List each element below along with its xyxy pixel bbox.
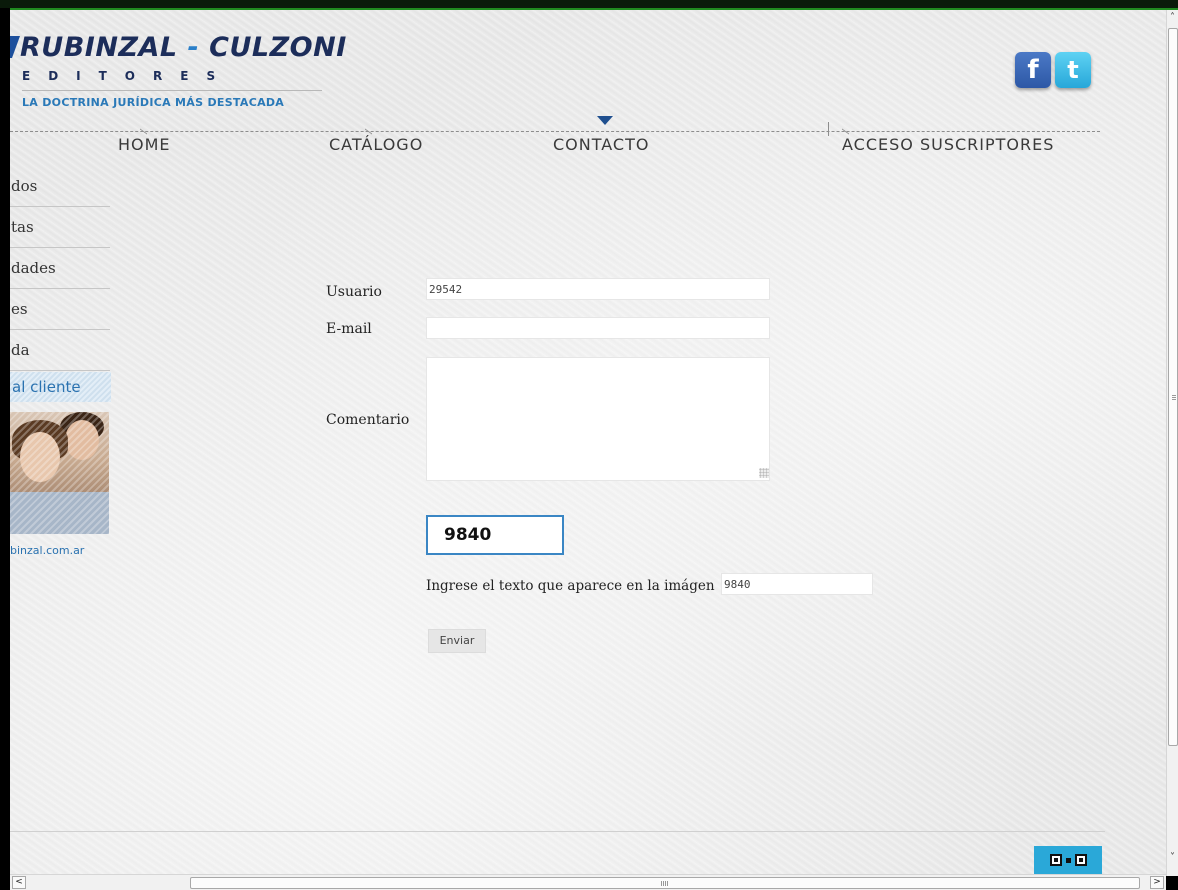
logo-title: RUBINZAL - CULZONI — [20, 32, 347, 63]
nav-home[interactable]: HOME — [118, 135, 171, 154]
enviar-button[interactable]: Enviar — [428, 629, 486, 653]
photo-overlay — [10, 412, 109, 534]
email-input[interactable] — [426, 317, 770, 339]
logo-divider — [22, 90, 322, 91]
scroll-grip — [1172, 395, 1176, 401]
active-nav-indicator — [597, 116, 613, 125]
badge-square-icon — [1074, 854, 1087, 866]
badge-square-icon — [1049, 854, 1062, 866]
facebook-icon[interactable]: f — [1015, 52, 1051, 88]
logo-title-part2: CULZONI — [209, 32, 347, 63]
comentario-label: Comentario — [326, 412, 410, 428]
sidebar-item[interactable]: tas — [10, 207, 110, 248]
site-logo[interactable]: RUBINZAL - CULZONI EDITORES LA DOCTRINA … — [10, 30, 346, 109]
logo-subtitle: EDITORES — [22, 69, 234, 83]
horizontal-scroll-thumb[interactable] — [190, 877, 1140, 889]
logo-tagline: LA DOCTRINA JURÍDICA MÁS DESTACADA — [22, 96, 285, 109]
nav-divider — [10, 131, 1100, 132]
scroll-right-arrow[interactable]: > — [1150, 876, 1164, 889]
sidebar-customer-service[interactable]: al cliente — [10, 372, 111, 402]
logo-mark — [10, 36, 21, 58]
logo-title-dash: - — [187, 32, 200, 63]
sidebar-item[interactable]: es — [10, 289, 110, 330]
nav-tick — [365, 124, 379, 132]
logo-title-part1: RUBINZAL — [20, 32, 178, 63]
nav-tick — [842, 124, 856, 132]
email-label: E-mail — [326, 321, 372, 337]
footer-divider — [10, 831, 1105, 832]
nav-contacto[interactable]: CONTACTO — [553, 135, 649, 154]
twitter-icon[interactable]: t — [1055, 52, 1091, 88]
textarea-resize-handle[interactable] — [759, 468, 769, 478]
nav-tick — [140, 124, 154, 132]
footer-logo[interactable] — [1034, 846, 1102, 874]
customer-service-photo[interactable] — [10, 412, 109, 534]
scroll-left-arrow[interactable]: < — [12, 876, 26, 889]
scroll-up-arrow[interactable]: ˄ — [1167, 12, 1178, 23]
sidebar-item[interactable]: da — [10, 330, 110, 371]
captcha-prompt: Ingrese el texto que aparece en la imáge… — [426, 578, 715, 594]
scroll-down-arrow[interactable]: ˅ — [1167, 852, 1178, 863]
window-top-border — [0, 0, 1178, 10]
nav-separator — [828, 122, 829, 136]
sidebar-item[interactable]: dos — [10, 166, 110, 207]
vertical-scrollbar[interactable]: ˄ ˅ — [1166, 10, 1178, 876]
nav-catalogo[interactable]: CATÁLOGO — [329, 135, 423, 154]
window-left-border — [0, 8, 10, 890]
nav-acceso-suscriptores[interactable]: ACCESO SUSCRIPTORES — [842, 135, 1054, 154]
vertical-scroll-thumb[interactable] — [1168, 28, 1178, 746]
page-viewport: RUBINZAL - CULZONI EDITORES LA DOCTRINA … — [10, 10, 1166, 874]
horizontal-scrollbar[interactable]: < > — [10, 874, 1166, 890]
sidebar-email-link[interactable]: binzal.com.ar — [10, 544, 84, 557]
usuario-label: Usuario — [326, 284, 382, 300]
badge-dot-icon — [1065, 857, 1071, 863]
usuario-input[interactable] — [426, 278, 770, 300]
comentario-textarea[interactable] — [426, 357, 770, 481]
sidebar-item[interactable]: dades — [10, 248, 110, 289]
scroll-grip — [661, 881, 668, 886]
captcha-input[interactable] — [721, 573, 873, 595]
captcha-image: 9840 — [426, 515, 564, 555]
